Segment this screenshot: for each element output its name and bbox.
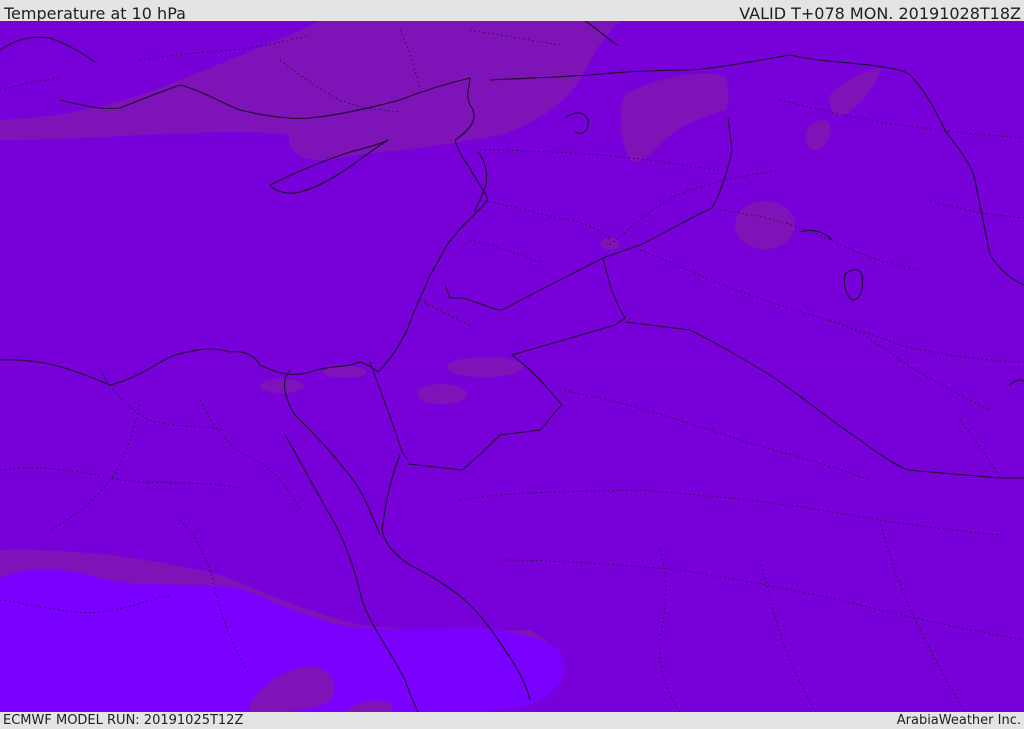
map-canvas bbox=[0, 21, 1024, 712]
model-run-label: ECMWF MODEL RUN: 20191025T12Z bbox=[3, 713, 244, 728]
header-bar: Temperature at 10 hPa VALID T+078 MON. 2… bbox=[0, 0, 1024, 23]
map-area[interactable] bbox=[0, 21, 1024, 712]
warm-patch-jordan bbox=[447, 357, 523, 377]
warm-patch-sinai bbox=[260, 379, 304, 393]
warm-patch-negev bbox=[417, 384, 467, 404]
credit-label: ArabiaWeather Inc. bbox=[896, 713, 1021, 728]
warm-patch-desert bbox=[735, 201, 795, 249]
footer-bar: ECMWF MODEL RUN: 20191025T12Z ArabiaWeat… bbox=[0, 712, 1024, 729]
warm-patch-small bbox=[600, 238, 620, 250]
